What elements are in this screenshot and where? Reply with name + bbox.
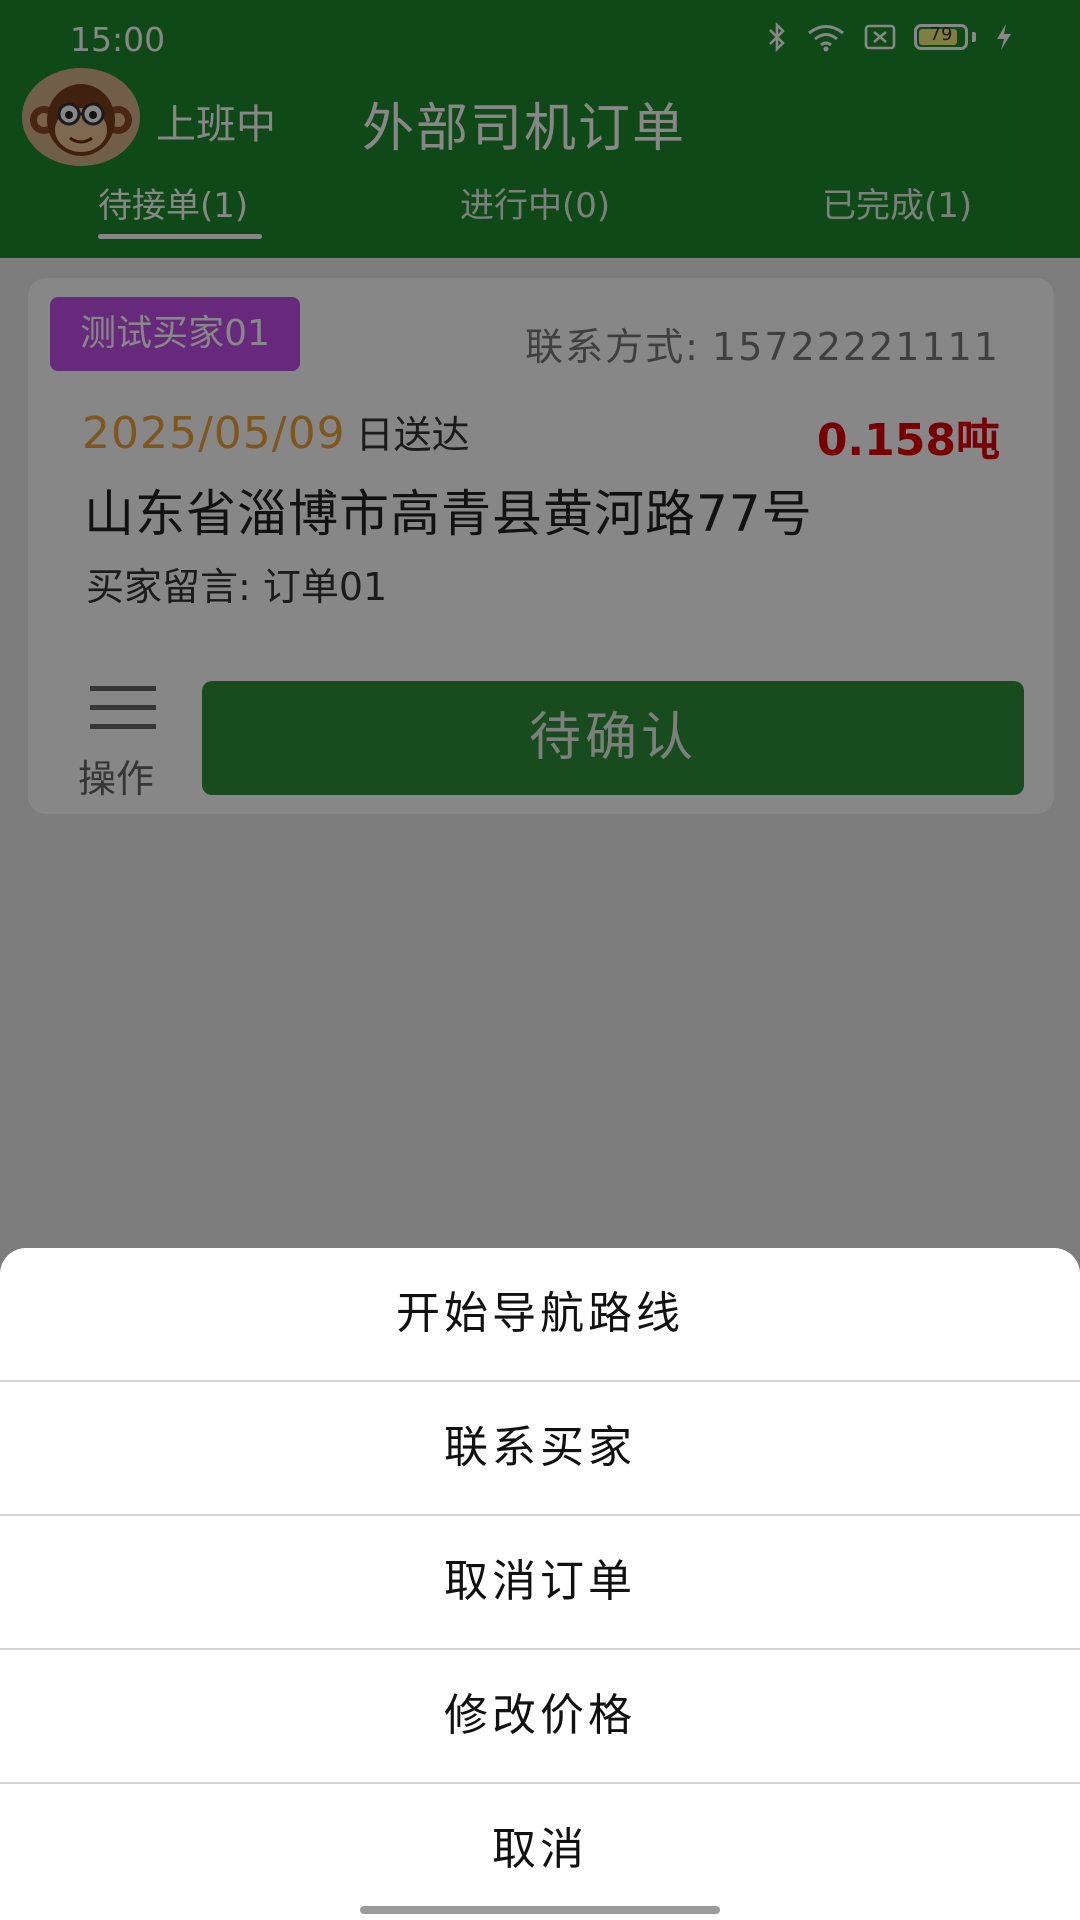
start-navigation-option[interactable]: 开始导航路线	[0, 1248, 1080, 1380]
cancel-sheet-button[interactable]: 取消	[0, 1784, 1080, 1916]
cancel-order-option[interactable]: 取消订单	[0, 1516, 1080, 1648]
contact-buyer-option[interactable]: 联系买家	[0, 1382, 1080, 1514]
action-sheet: 开始导航路线 联系买家 取消订单 修改价格 取消	[0, 1248, 1080, 1920]
modify-price-option[interactable]: 修改价格	[0, 1650, 1080, 1782]
home-indicator[interactable]	[360, 1906, 720, 1914]
